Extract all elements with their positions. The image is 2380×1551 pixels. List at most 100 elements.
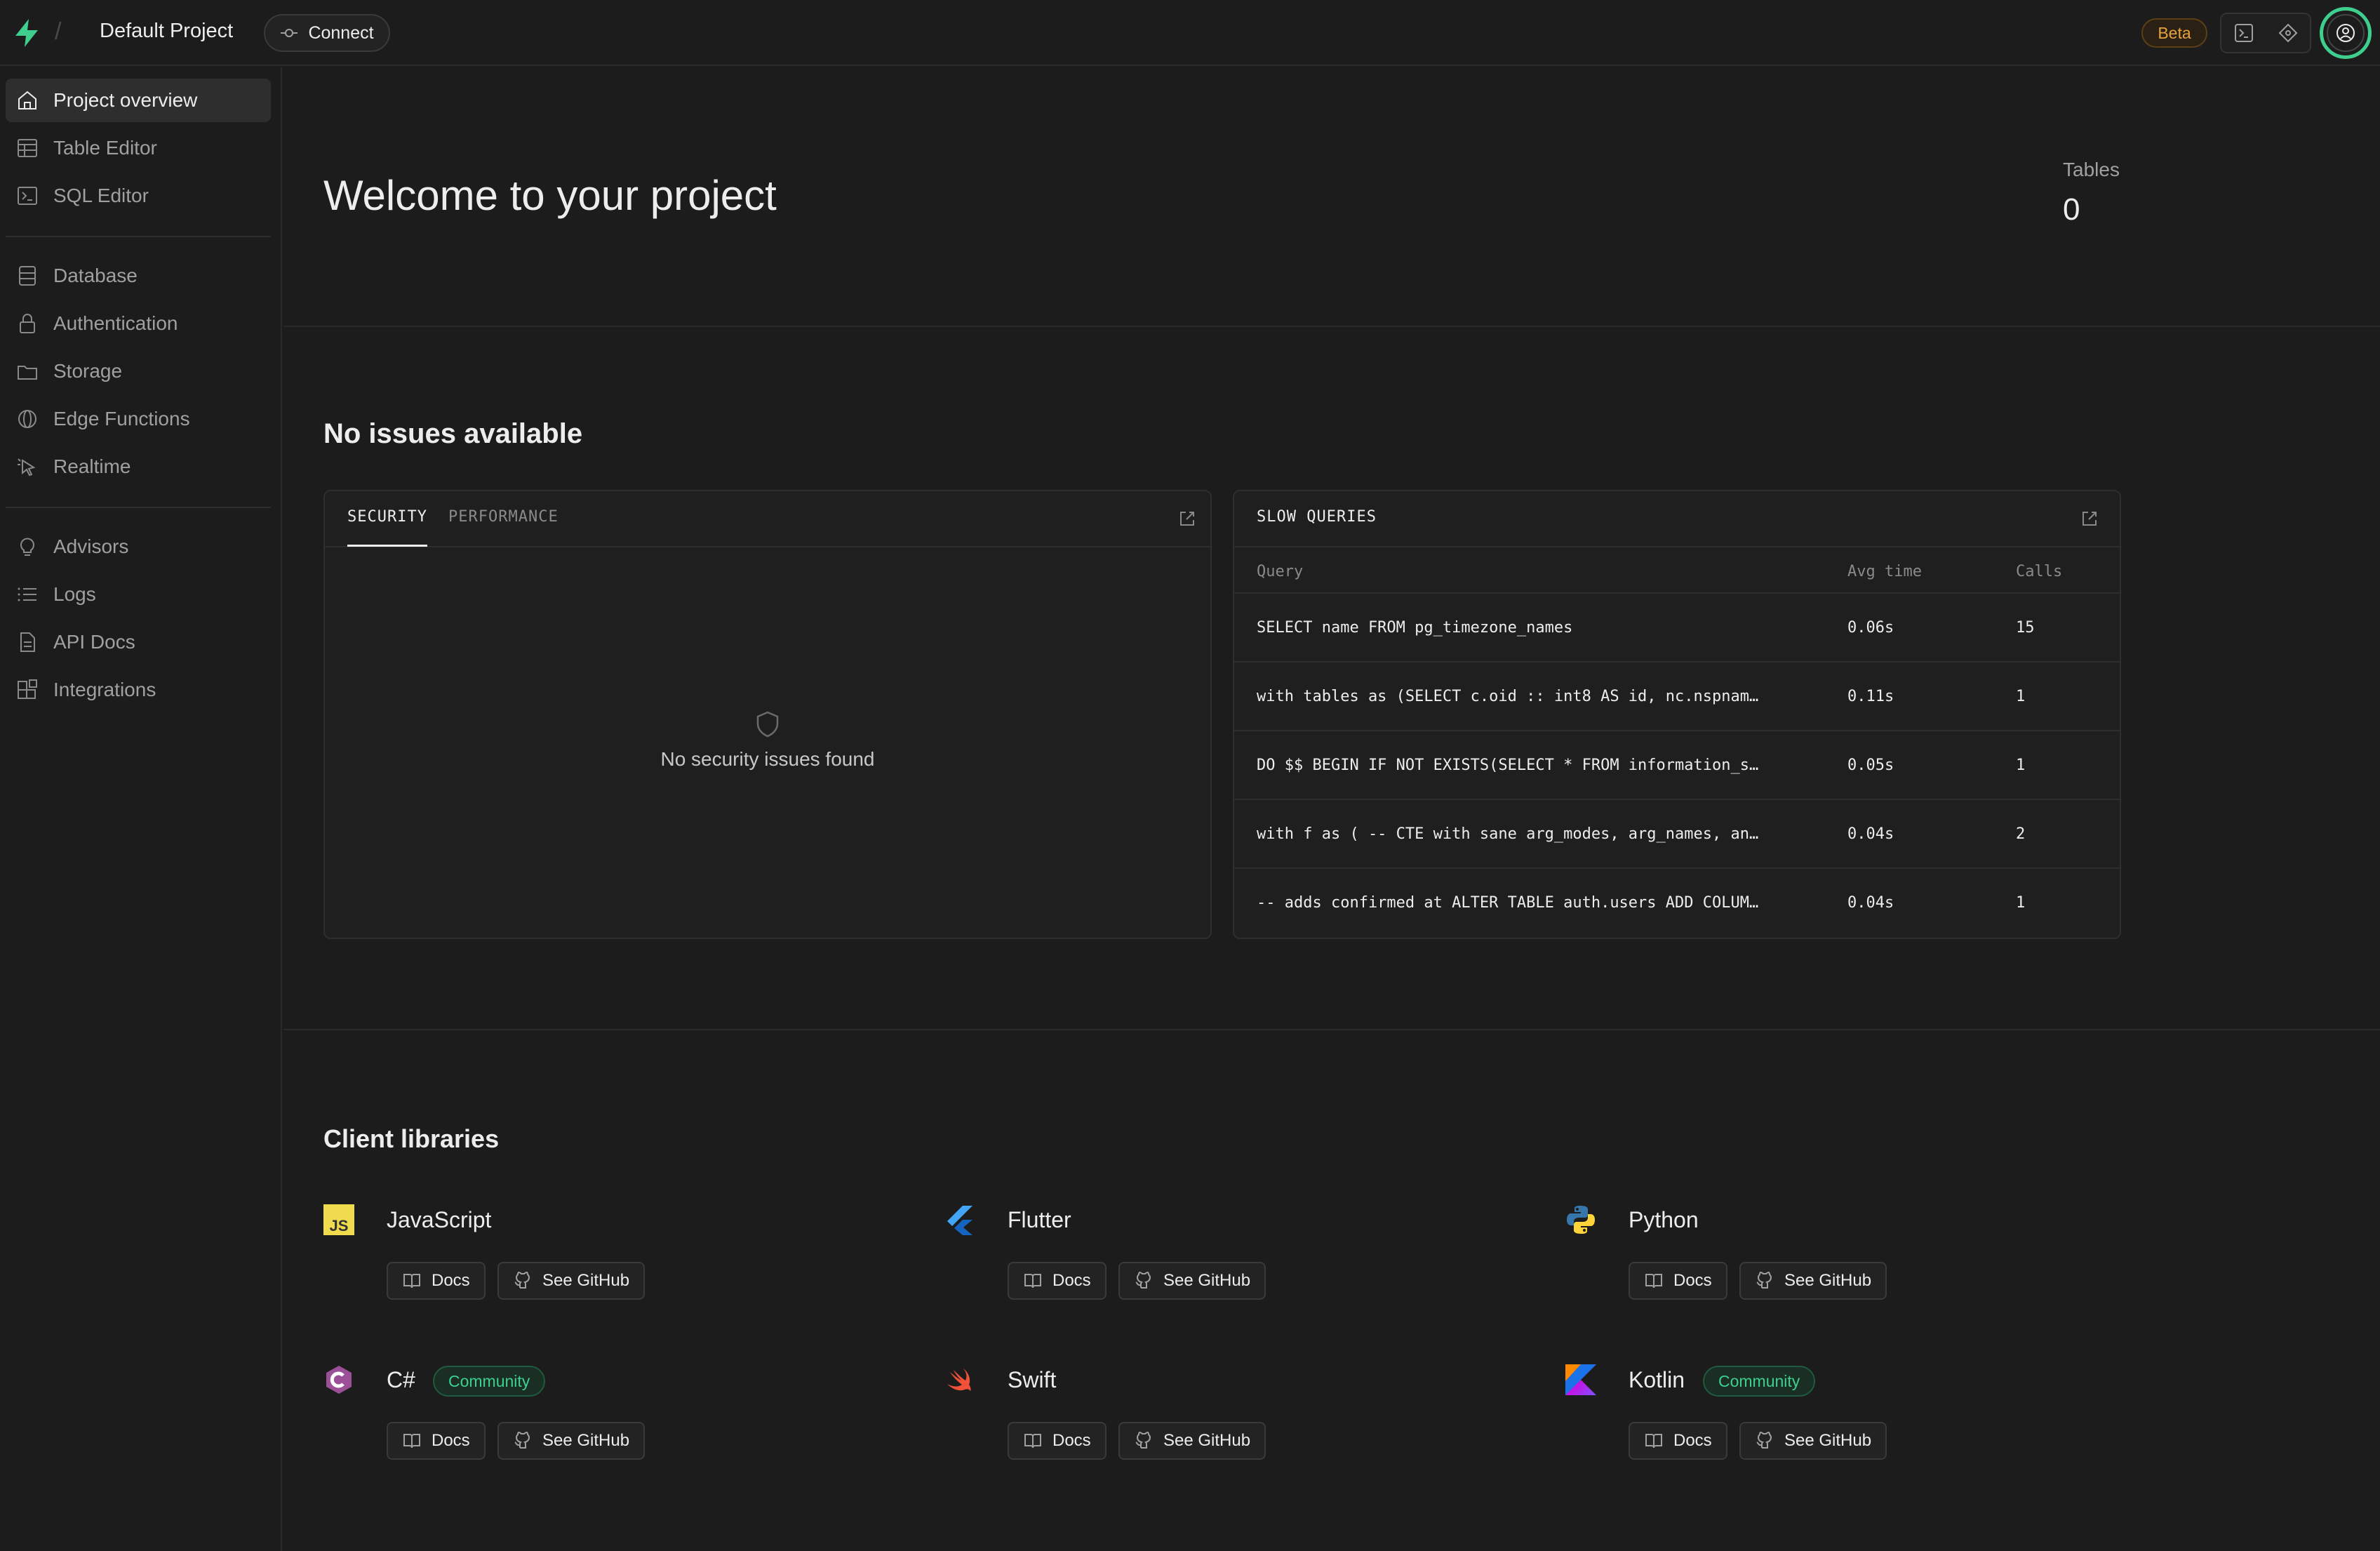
- github-button[interactable]: See GitHub: [1118, 1422, 1266, 1460]
- github-label: See GitHub: [1163, 1431, 1251, 1450]
- issues-title: No issues available: [323, 418, 583, 449]
- top-bar: / Default Project Connect Beta: [0, 0, 2380, 66]
- github-label: See GitHub: [1163, 1271, 1251, 1290]
- user-icon: [2336, 24, 2355, 42]
- github-icon: [514, 1431, 530, 1449]
- avg-time-cell: 0.05s: [1847, 757, 1894, 774]
- sidebar-item-logs[interactable]: Logs: [6, 573, 271, 616]
- sidebar-item-label: Authentication: [53, 312, 178, 334]
- sidebar-item-edge-functions[interactable]: Edge Functions: [6, 397, 271, 441]
- library-kotlin: Kotlin Community Docs See GitHub: [1565, 1364, 2127, 1491]
- project-name[interactable]: Default Project: [100, 20, 233, 43]
- archive-icon: [18, 366, 37, 380]
- table-row[interactable]: with tables as (SELECT c.oid :: int8 AS …: [1234, 663, 2120, 731]
- sidebar-item-label: Realtime: [53, 455, 131, 477]
- book-icon: [1645, 1434, 1662, 1449]
- library-name: JavaScript: [387, 1207, 492, 1232]
- globe-icon: [18, 410, 36, 428]
- empty-state: No security issues found: [325, 710, 1210, 771]
- assistant-icon[interactable]: [2278, 22, 2299, 44]
- csharp-icon: [326, 1366, 352, 1394]
- sidebar-item-advisors[interactable]: Advisors: [6, 525, 271, 568]
- sidebar-item-sql-editor[interactable]: SQL Editor: [6, 174, 271, 218]
- query-cell: with tables as (SELECT c.oid :: int8 AS …: [1257, 688, 1759, 705]
- docs-button[interactable]: Docs: [1008, 1262, 1107, 1300]
- sidebar-divider: [6, 236, 271, 237]
- svg-text:JS: JS: [330, 1217, 349, 1234]
- github-icon: [1135, 1271, 1151, 1289]
- calls-cell: 1: [2016, 688, 2026, 705]
- list-icon: [18, 587, 36, 601]
- github-label: See GitHub: [542, 1271, 630, 1290]
- sidebar-divider: [6, 507, 271, 508]
- beta-badge[interactable]: Beta: [2141, 18, 2207, 48]
- sidebar-item-label: Storage: [53, 360, 123, 382]
- github-button[interactable]: See GitHub: [1739, 1422, 1887, 1460]
- sidebar: Project overview Table Editor SQL Editor…: [0, 67, 282, 1551]
- sidebar-item-label: Project overview: [53, 89, 198, 111]
- docs-label: Docs: [1052, 1271, 1091, 1290]
- tab-security[interactable]: SECURITY: [347, 508, 427, 526]
- docs-button[interactable]: Docs: [387, 1422, 486, 1460]
- sidebar-item-integrations[interactable]: Integrations: [6, 668, 271, 712]
- column-avg-time: Avg time: [1847, 563, 1922, 580]
- docs-label: Docs: [432, 1431, 470, 1450]
- book-icon: [403, 1274, 420, 1289]
- sidebar-item-table-editor[interactable]: Table Editor: [6, 126, 271, 170]
- breadcrumb-separator: /: [55, 18, 62, 45]
- docs-button[interactable]: Docs: [1008, 1422, 1107, 1460]
- sidebar-item-authentication[interactable]: Authentication: [6, 302, 271, 345]
- sidebar-item-database[interactable]: Database: [6, 254, 271, 298]
- library-csharp: C# Community Docs See GitHub: [323, 1364, 885, 1491]
- github-button[interactable]: See GitHub: [1118, 1262, 1266, 1300]
- user-avatar[interactable]: [2320, 7, 2372, 59]
- sidebar-item-realtime[interactable]: Realtime: [6, 445, 271, 488]
- github-button[interactable]: See GitHub: [1739, 1262, 1887, 1300]
- terminal-icon: [18, 187, 37, 205]
- connect-button[interactable]: Connect: [264, 14, 390, 52]
- table-row[interactable]: DO $$ BEGIN IF NOT EXISTS(SELECT * FROM …: [1234, 731, 2120, 800]
- sidebar-item-project-overview[interactable]: Project overview: [6, 79, 271, 122]
- docs-label: Docs: [1052, 1431, 1091, 1450]
- table-header: Query Avg time Calls: [1234, 549, 2120, 594]
- external-link-icon[interactable]: [2079, 508, 2100, 529]
- tab-performance[interactable]: PERFORMANCE: [448, 508, 559, 526]
- docs-button[interactable]: Docs: [1629, 1262, 1727, 1300]
- supabase-logo-icon[interactable]: [13, 18, 41, 48]
- library-name: Swift: [1008, 1367, 1057, 1392]
- avg-time-cell: 0.11s: [1847, 688, 1894, 705]
- library-name: Kotlin: [1629, 1367, 1685, 1392]
- page-title: Welcome to your project: [323, 172, 777, 219]
- library-name: Flutter: [1008, 1207, 1071, 1232]
- book-icon: [1645, 1274, 1662, 1289]
- docs-button[interactable]: Docs: [1629, 1422, 1727, 1460]
- flutter-icon: [947, 1206, 972, 1235]
- table-row[interactable]: -- adds confirmed at ALTER TABLE auth.us…: [1234, 869, 2120, 938]
- advisors-panel-header: SECURITY PERFORMANCE: [325, 491, 1210, 547]
- external-link-icon[interactable]: [1177, 508, 1198, 529]
- terminal-icon[interactable]: [2233, 22, 2254, 44]
- swift-icon: [947, 1369, 971, 1391]
- table-row[interactable]: SELECT name FROM pg_timezone_names 0.06s…: [1234, 594, 2120, 663]
- plug-icon: [281, 29, 298, 37]
- query-cell: with f as ( -- CTE with sane arg_modes, …: [1257, 825, 1759, 843]
- file-icon: [20, 632, 35, 652]
- table-row[interactable]: with f as ( -- CTE with sane arg_modes, …: [1234, 800, 2120, 869]
- home-icon: [18, 91, 36, 109]
- calls-cell: 1: [2016, 894, 2026, 912]
- sidebar-item-api-docs[interactable]: API Docs: [6, 620, 271, 664]
- lightbulb-icon: [20, 538, 34, 556]
- library-javascript: JS JavaScript Docs See GitHub: [323, 1204, 885, 1331]
- calls-cell: 2: [2016, 825, 2026, 843]
- calls-cell: 15: [2016, 619, 2035, 637]
- docs-button[interactable]: Docs: [387, 1262, 486, 1300]
- github-label: See GitHub: [1784, 1271, 1872, 1290]
- github-button[interactable]: See GitHub: [497, 1262, 646, 1300]
- sidebar-item-label: Advisors: [53, 535, 129, 557]
- sidebar-item-label: Integrations: [53, 679, 156, 700]
- github-button[interactable]: See GitHub: [497, 1422, 646, 1460]
- github-icon: [514, 1271, 530, 1289]
- avatar-inner: [2327, 14, 2365, 52]
- sidebar-item-storage[interactable]: Storage: [6, 350, 271, 393]
- sidebar-item-label: API Docs: [53, 631, 135, 653]
